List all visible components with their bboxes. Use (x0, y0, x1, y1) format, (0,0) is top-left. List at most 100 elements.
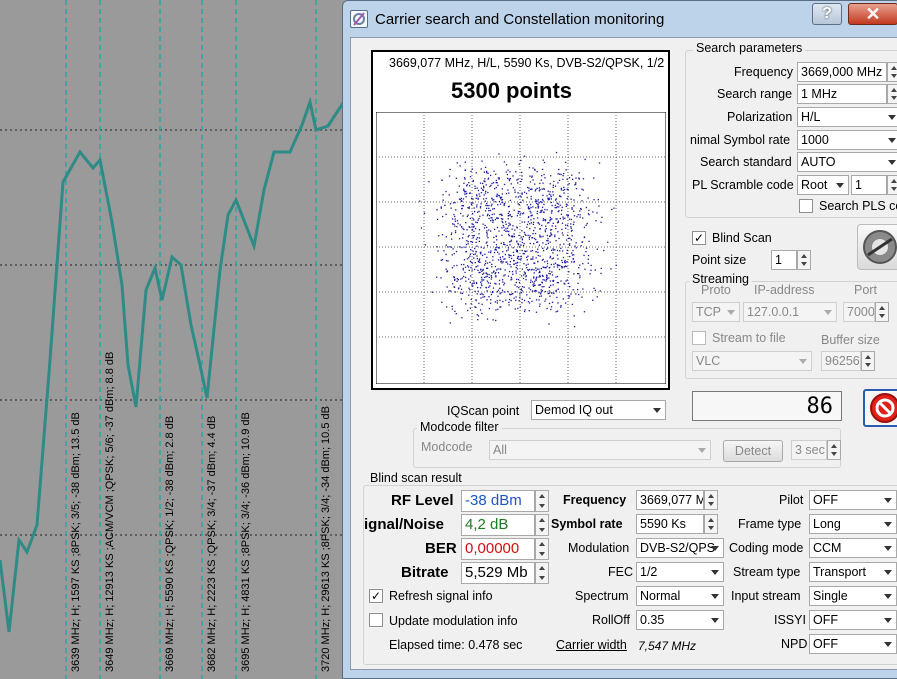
iq-point (484, 253, 486, 255)
frame-type-select[interactable]: Long (809, 514, 897, 534)
spectrum-select[interactable]: Normal (636, 586, 724, 606)
refresh-signal-label: Refresh signal info (389, 589, 493, 603)
iq-point (545, 243, 547, 246)
search-frequency-input[interactable]: 3669,000 MHz (797, 62, 887, 82)
iq-point (529, 208, 531, 210)
iq-point (559, 250, 561, 252)
polarization-select[interactable]: H/L (797, 107, 897, 127)
iq-point (546, 265, 548, 267)
point-size-input[interactable]: 1 (771, 250, 797, 270)
close-button[interactable]: ✕ (848, 3, 897, 25)
ber-spin[interactable] (535, 538, 549, 560)
search-range-input[interactable]: 1 MHz (797, 84, 887, 104)
iq-point (474, 262, 476, 264)
iq-point (530, 269, 533, 271)
title-bar[interactable]: Carrier search and Constellation monitor… (343, 1, 897, 37)
refresh-signal-checkbox[interactable]: ✓ (369, 589, 383, 603)
iq-point (535, 279, 537, 281)
player-select[interactable]: VLC (692, 351, 812, 371)
pl-scramble-mode-select[interactable]: Root (797, 175, 849, 195)
symbol-rate-spin[interactable] (704, 514, 718, 534)
rf-level-spin[interactable] (535, 490, 549, 512)
search-frequency-spin[interactable] (887, 62, 897, 82)
iq-point (522, 236, 524, 238)
iq-point (521, 230, 523, 232)
bitrate-spin[interactable] (535, 562, 549, 584)
detect-seconds[interactable]: 3 sec (791, 440, 827, 460)
point-size-spin[interactable] (797, 250, 811, 270)
iq-point (533, 221, 535, 223)
coding-mode-select[interactable]: CCM (809, 538, 897, 558)
iq-point (479, 252, 481, 254)
search-standard-select[interactable]: AUTO (797, 152, 897, 172)
search-range-spin[interactable] (887, 84, 897, 104)
iq-point (572, 223, 575, 226)
result-frequency-spin[interactable] (704, 490, 718, 510)
iq-point (518, 246, 521, 248)
snr-spin[interactable] (535, 514, 549, 536)
detect-seconds-spin[interactable] (827, 440, 841, 460)
iq-point (572, 257, 574, 260)
min-symbol-rate-select[interactable]: 1000 (797, 130, 897, 150)
modcode-select[interactable]: All (489, 440, 711, 460)
buffer-size-spin[interactable] (861, 351, 875, 371)
rolloff-select[interactable]: 0.35 (636, 610, 724, 630)
iq-point (505, 250, 508, 252)
iq-point (471, 228, 474, 231)
proto-select[interactable]: TCP (692, 302, 740, 322)
iq-point (527, 221, 529, 223)
iq-point (587, 197, 589, 199)
input-stream-select[interactable]: Single (809, 586, 897, 606)
iq-point (489, 285, 491, 287)
help-button[interactable]: ? (812, 3, 842, 25)
iq-point (476, 314, 478, 316)
iq-point (486, 244, 489, 247)
iq-point (496, 300, 498, 302)
iq-point (477, 197, 479, 199)
iq-point (531, 237, 534, 239)
pl-scramble-code-input[interactable]: 1 (851, 175, 887, 195)
stream-type-select[interactable]: Transport (809, 562, 897, 582)
carrier-label: 3695 MHz; H; 4831 KS ;8PSK; 3/4; -36 dBm… (240, 412, 252, 672)
buffer-size-input[interactable]: 96256 (821, 351, 861, 371)
blind-scan-checkbox[interactable]: ✓ (692, 231, 706, 245)
modulation-select[interactable]: DVB-S2/QPS (636, 538, 724, 558)
iq-point (573, 199, 575, 201)
issyi-select[interactable]: OFF (809, 610, 897, 630)
ip-select[interactable]: 127.0.0.1 (743, 302, 837, 322)
iq-point (590, 269, 592, 271)
iq-point (441, 259, 444, 261)
iq-point (547, 242, 549, 245)
blind-scan-label: Blind Scan (712, 231, 772, 245)
fec-select[interactable]: 1/2 (636, 562, 724, 582)
npd-select[interactable]: OFF (809, 634, 897, 654)
iq-point (502, 279, 504, 281)
iq-point (522, 244, 525, 247)
scan-icon-button[interactable] (857, 224, 897, 270)
iq-point (486, 226, 488, 228)
search-pls-checkbox[interactable] (799, 199, 813, 213)
iq-point (481, 293, 483, 295)
iq-point (504, 253, 506, 256)
port-spin[interactable] (875, 302, 889, 322)
iq-point (486, 262, 489, 264)
pilot-select[interactable]: OFF (809, 490, 897, 510)
iq-point (573, 273, 575, 275)
detect-button[interactable]: Detect (723, 440, 783, 462)
iq-point (456, 264, 458, 267)
pl-scramble-code-spin[interactable] (887, 175, 897, 195)
iq-point (480, 203, 482, 205)
port-input[interactable]: 7000 (843, 302, 875, 322)
stream-to-file-checkbox[interactable] (692, 331, 706, 345)
stop-button[interactable] (863, 389, 897, 427)
iq-point (473, 225, 475, 227)
iqscan-select[interactable]: Demod IQ out (531, 400, 666, 420)
iq-point (544, 219, 546, 221)
iq-point (563, 188, 566, 191)
update-modulation-checkbox[interactable] (369, 613, 383, 627)
carrier-width-link[interactable]: Carrier width (556, 638, 627, 652)
iq-point (598, 162, 601, 164)
iq-point (445, 190, 447, 193)
iq-point (513, 233, 515, 235)
iq-point (509, 264, 511, 266)
